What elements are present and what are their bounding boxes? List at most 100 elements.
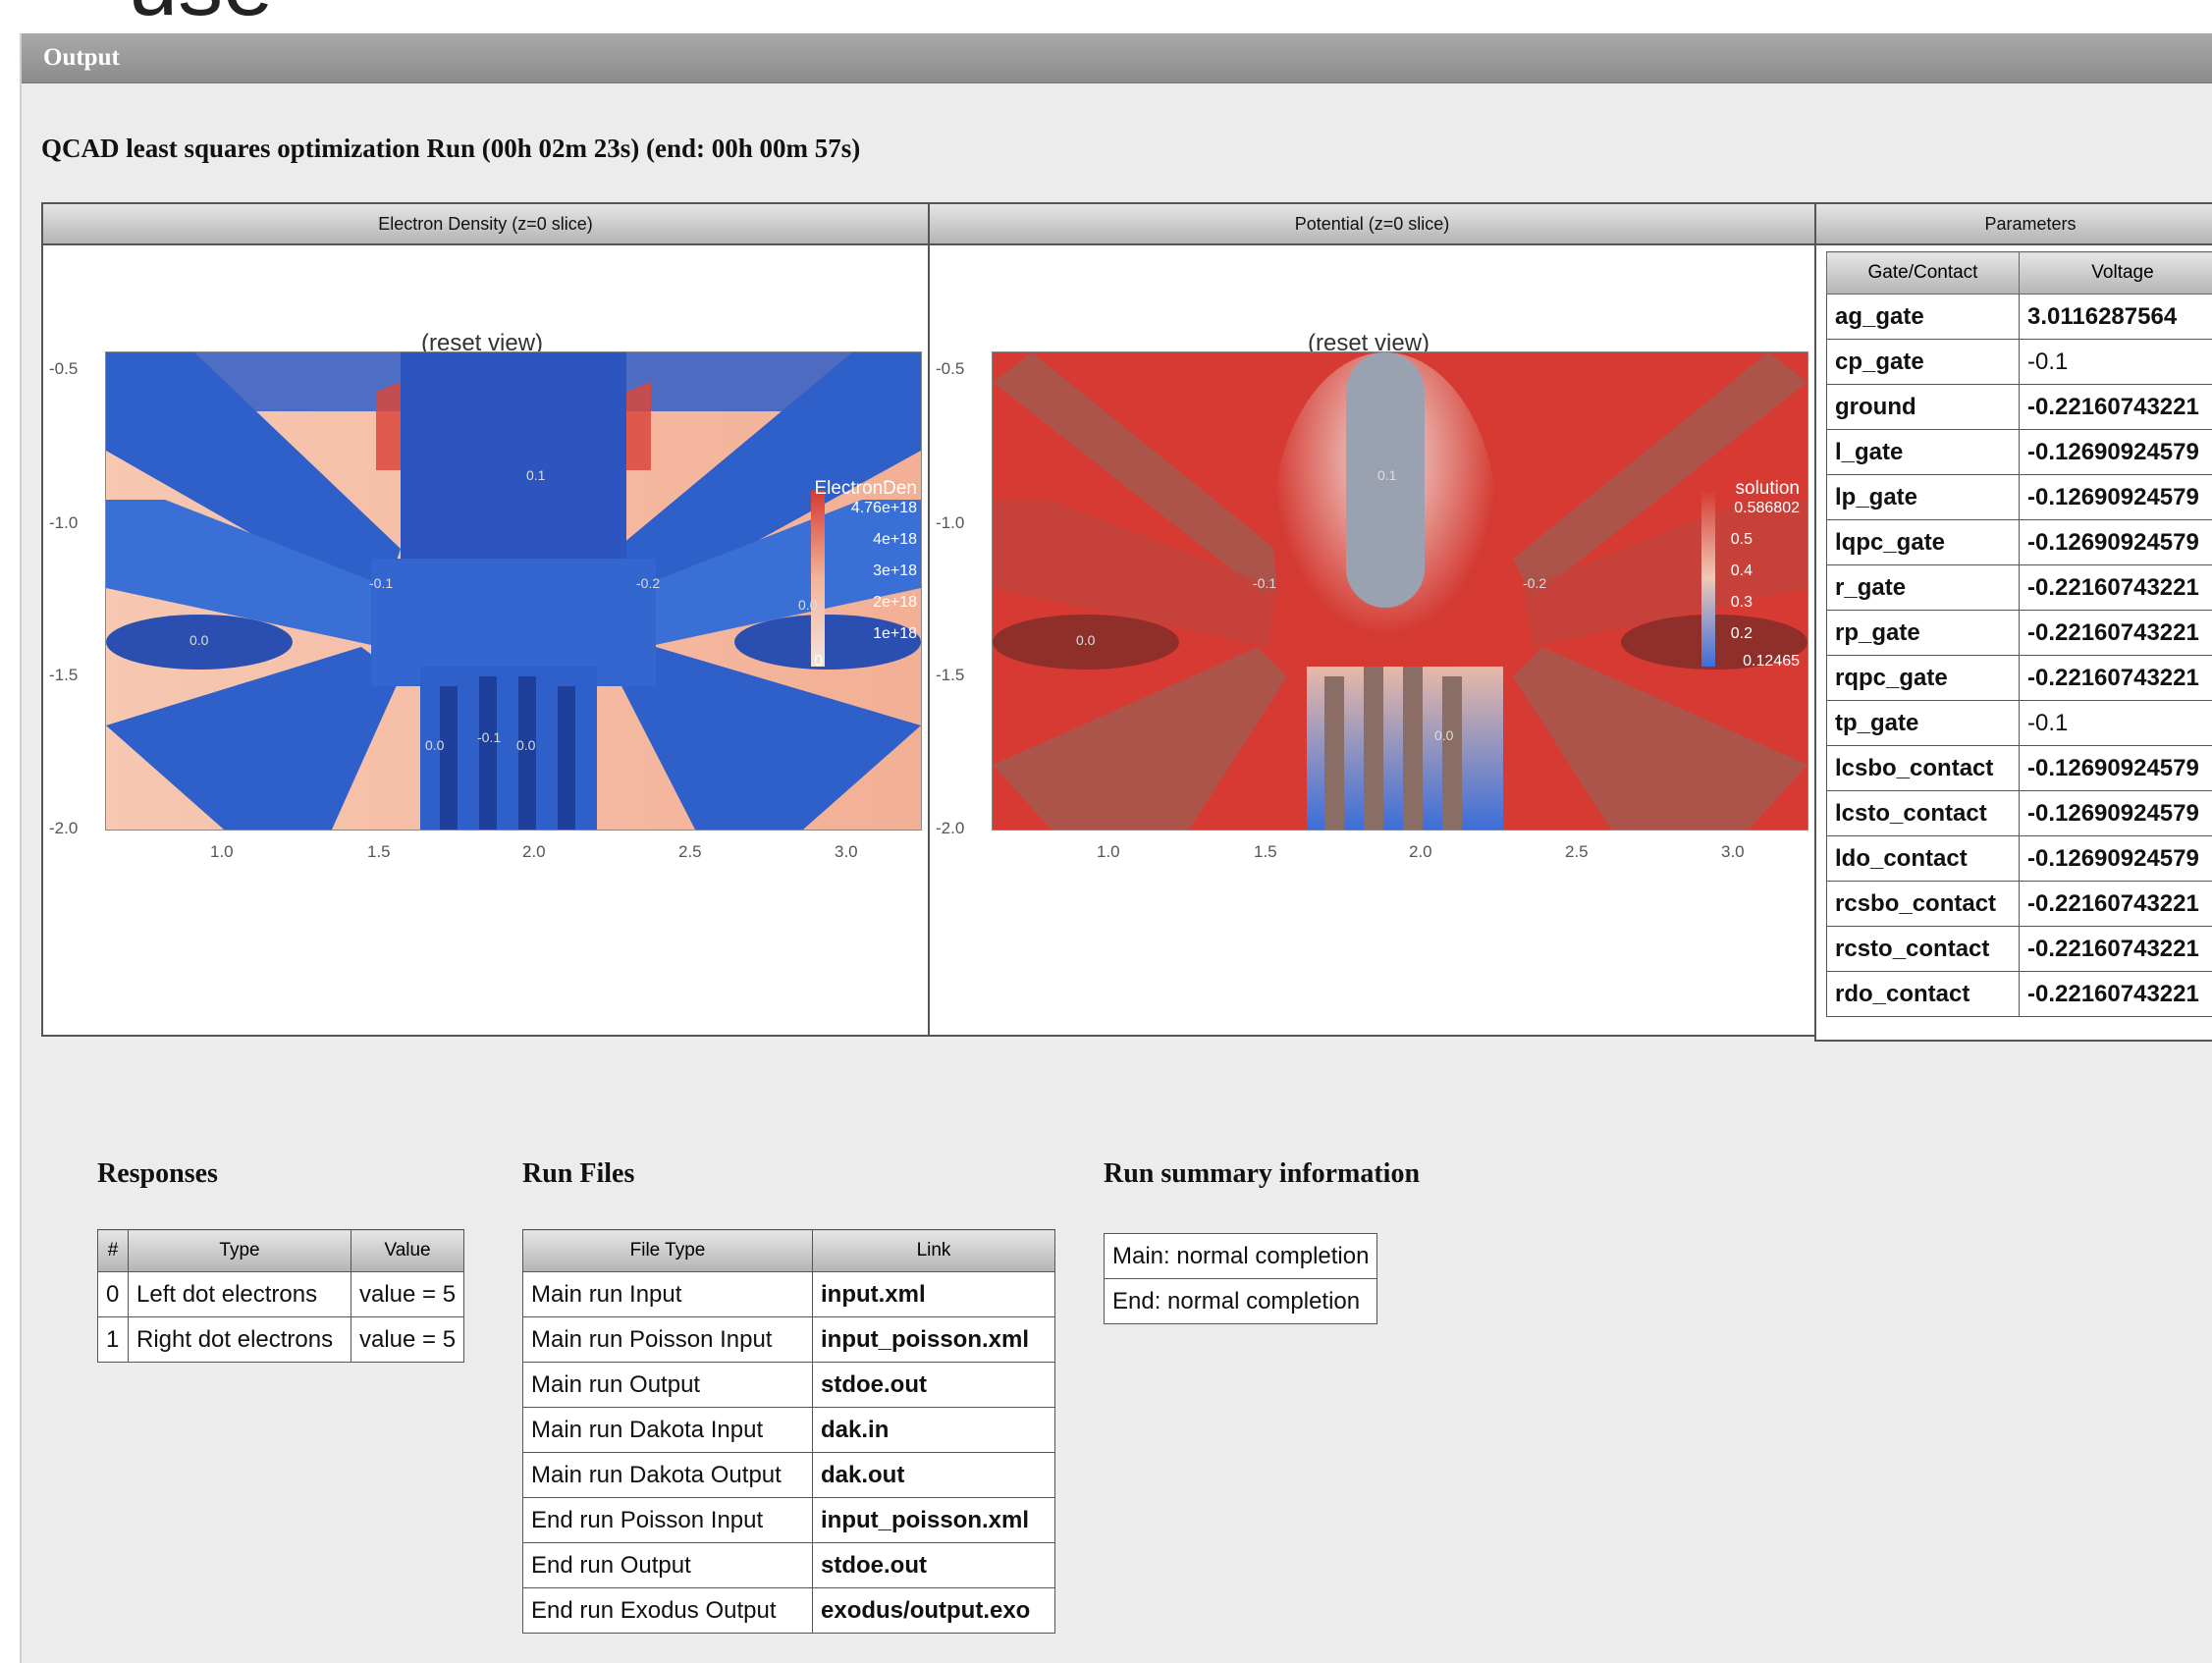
gate-voltage: -0.22160743221 (2020, 656, 2212, 701)
table-row: ldo_contact-0.12690924579 (1827, 836, 2212, 882)
file-type: End run Output (523, 1543, 813, 1588)
file-link[interactable]: input.xml (813, 1272, 1055, 1317)
gate-name: rp_gate (1827, 611, 2020, 656)
region-label: 0.0 (425, 737, 445, 753)
visualization-table: Electron Density (z=0 slice) (reset view… (41, 202, 2212, 1037)
file-link[interactable]: input_poisson.xml (813, 1498, 1055, 1543)
file-link[interactable]: dak.in (813, 1408, 1055, 1453)
x-tick-label: 3.0 (835, 842, 858, 862)
region-label: 0.0 (1076, 632, 1096, 648)
table-row: Main run Poisson Inputinput_poisson.xml (523, 1317, 1055, 1363)
gate-voltage: -0.22160743221 (2020, 611, 2212, 656)
legend-value: 0.5 (1731, 531, 1753, 549)
region-label: 0.0 (516, 737, 536, 753)
column-header: Link (813, 1230, 1055, 1272)
file-type: Main run Input (523, 1272, 813, 1317)
file-type: Main run Poisson Input (523, 1317, 813, 1363)
gate-name: rdo_contact (1827, 972, 2020, 1017)
column-header: Value (351, 1230, 464, 1272)
gate-name: lcsbo_contact (1827, 746, 2020, 791)
cell: Right dot electrons (129, 1317, 351, 1363)
column-header: Gate/Contact (1827, 252, 2020, 295)
gate-name: ag_gate (1827, 295, 2020, 340)
parameters-header: Parameters (1816, 204, 2212, 245)
file-link[interactable]: dak.out (813, 1453, 1055, 1498)
table-row: 0 Left dot electrons value = 5 (98, 1272, 464, 1317)
gate-voltage: 3.0116287564 (2020, 295, 2212, 340)
y-tick-label: -0.5 (936, 359, 964, 379)
table-row: lp_gate-0.12690924579 (1827, 475, 2212, 520)
output-panel: Output QCAD least squares optimization R… (20, 33, 2212, 1663)
responses-title: Responses (97, 1158, 218, 1190)
x-tick-label: 2.0 (522, 842, 546, 862)
cell: 0 (98, 1272, 129, 1317)
gate-voltage: -0.22160743221 (2020, 972, 2212, 1017)
parameters-column: Parameters Gate/Contact Voltage ag_gate3… (1814, 202, 2212, 1042)
region-label: -0.1 (1253, 575, 1276, 591)
legend-value: 3e+18 (873, 563, 917, 580)
electron-density-plot[interactable]: 0.1 -0.1 -0.2 0.0 0.0 0.0 -0.1 0.0 Elect… (105, 351, 922, 831)
file-link[interactable]: exodus/output.exo (813, 1588, 1055, 1634)
density-heatmap: 0.1 -0.1 -0.2 0.0 0.0 0.0 -0.1 0.0 (106, 352, 921, 830)
table-row: Main run Outputstdoe.out (523, 1363, 1055, 1408)
column-header: Voltage (2020, 252, 2212, 295)
file-type: End run Exodus Output (523, 1588, 813, 1634)
cell: End: normal completion (1105, 1279, 1377, 1324)
file-link[interactable]: input_poisson.xml (813, 1317, 1055, 1363)
parameters-table: Gate/Contact Voltage ag_gate3.0116287564… (1826, 251, 2212, 1017)
legend-value: 0.4 (1731, 563, 1753, 580)
table-row: cp_gate-0.1 (1827, 340, 2212, 385)
table-row: Main: normal completion (1105, 1234, 1377, 1279)
gate-name: ground (1827, 385, 2020, 430)
table-row: l_gate-0.12690924579 (1827, 430, 2212, 475)
panel-title: Output (43, 44, 120, 72)
legend-value: 0.586802 (1734, 500, 1800, 517)
table-row: tp_gate-0.1 (1827, 701, 2212, 746)
legend-value: 1e+18 (873, 625, 917, 643)
region-label: 0.0 (798, 597, 818, 613)
gate-voltage: -0.12690924579 (2020, 520, 2212, 565)
legend-value: 4e+18 (873, 531, 917, 549)
column-header: # (98, 1230, 129, 1272)
region-label: 0.1 (526, 467, 546, 483)
file-link[interactable]: stdoe.out (813, 1543, 1055, 1588)
table-row: Main run Dakota Outputdak.out (523, 1453, 1055, 1498)
table-row: rcsbo_contact-0.22160743221 (1827, 882, 2212, 927)
file-type: End run Poisson Input (523, 1498, 813, 1543)
gate-voltage: -0.12690924579 (2020, 836, 2212, 882)
gate-voltage: -0.22160743221 (2020, 565, 2212, 611)
potential-heatmap: 0.1 -0.1 -0.2 0.0 0.0 (993, 352, 1807, 830)
region-label: -0.2 (636, 575, 660, 591)
gate-name: ldo_contact (1827, 836, 2020, 882)
legend-title: ElectronDen (814, 478, 917, 500)
gate-name: rcsbo_contact (1827, 882, 2020, 927)
column-header: Type (129, 1230, 351, 1272)
gate-voltage: -0.12690924579 (2020, 746, 2212, 791)
x-tick-label: 2.0 (1409, 842, 1432, 862)
table-row: End run Outputstdoe.out (523, 1543, 1055, 1588)
y-tick-label: -1.0 (49, 513, 78, 533)
density-column: Electron Density (z=0 slice) (reset view… (41, 202, 930, 1037)
gate-name: lcsto_contact (1827, 791, 2020, 836)
responses-table: # Type Value 0 Left dot electrons value … (97, 1229, 464, 1363)
potential-column: Potential (z=0 slice) (reset view) -0.5 … (928, 202, 1816, 1037)
cell: Left dot electrons (129, 1272, 351, 1317)
file-link[interactable]: stdoe.out (813, 1363, 1055, 1408)
region-label: -0.1 (369, 575, 393, 591)
legend-value: 0.12465 (1743, 653, 1800, 671)
x-tick-label: 1.0 (1097, 842, 1120, 862)
legend-title: solution (1736, 478, 1801, 500)
legend-value: 0.2 (1731, 625, 1753, 643)
x-tick-label: 2.5 (678, 842, 702, 862)
summary-table: Main: normal completion End: normal comp… (1104, 1233, 1377, 1324)
file-type: Main run Dakota Input (523, 1408, 813, 1453)
x-tick-label: 1.0 (210, 842, 234, 862)
table-row: ground-0.22160743221 (1827, 385, 2212, 430)
gate-voltage: -0.12690924579 (2020, 430, 2212, 475)
density-header: Electron Density (z=0 slice) (43, 204, 928, 245)
potential-plot[interactable]: 0.1 -0.1 -0.2 0.0 0.0 solution 0.586802 … (992, 351, 1808, 831)
table-row: End run Poisson Inputinput_poisson.xml (523, 1498, 1055, 1543)
summary-title: Run summary information (1104, 1158, 1420, 1190)
y-tick-label: -1.0 (936, 513, 964, 533)
table-row: Main run Inputinput.xml (523, 1272, 1055, 1317)
